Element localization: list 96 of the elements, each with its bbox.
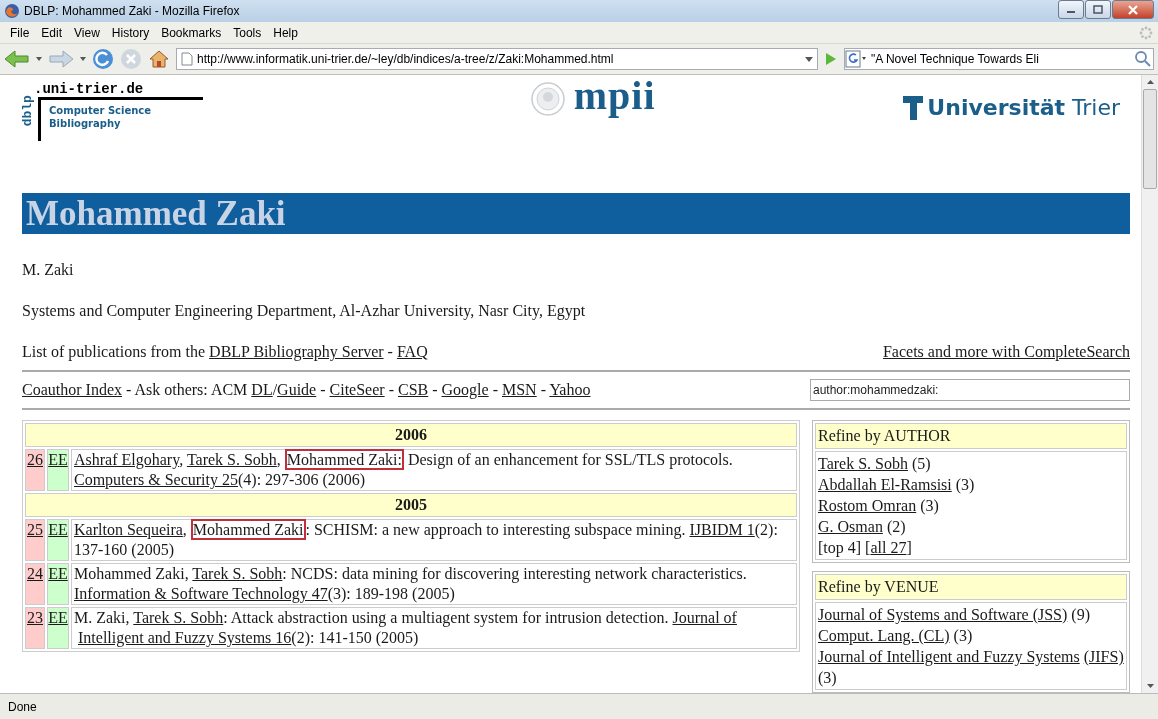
menu-item[interactable]: Bookmarks <box>155 23 228 42</box>
university-logo[interactable]: Universität Trier <box>903 81 1130 124</box>
close-button[interactable] <box>1112 0 1154 19</box>
reload-icon[interactable] <box>92 48 114 70</box>
address-bar[interactable]: http://www.informatik.uni-trier.de/~ley/db/indices/a-tree/z/Zaki:Mohammed.html <box>176 48 818 70</box>
year-header: 2006 <box>25 423 797 447</box>
link[interactable]: Tarek S. Sobh <box>133 609 224 626</box>
refine-item: Tarek S. Sobh (5) <box>818 455 931 472</box>
dropdown-arrow-icon[interactable] <box>36 57 42 61</box>
scrollbar[interactable] <box>1141 75 1158 693</box>
link[interactable]: all 27 <box>870 539 907 556</box>
menu-item[interactable]: File <box>4 23 36 42</box>
electronic-edition-link[interactable]: EE <box>47 563 69 605</box>
close-icon <box>1127 4 1139 15</box>
link[interactable]: Coauthor Index <box>22 381 122 398</box>
link[interactable]: Journal of Intelligent and Fuzzy Systems <box>818 648 1080 665</box>
scroll-thumb[interactable] <box>1143 89 1157 189</box>
link[interactable]: Tarek S. Sobh <box>818 455 908 472</box>
refine-item: G. Osman (2) <box>818 518 906 535</box>
refine-panel-title: Refine by AUTHOR <box>815 423 1127 449</box>
search-text: "A Novel Technique Towards Eli <box>871 51 1040 68</box>
link[interactable]: Information & Software Technology 47 <box>74 585 328 602</box>
maximize-button[interactable] <box>1085 0 1111 19</box>
dblp-logo[interactable]: dblp .uni-trier.de Computer Science Bibliography <box>22 81 322 141</box>
refine-item: Rostom Omran (3) <box>818 497 939 514</box>
link[interactable]: CSB <box>397 381 429 398</box>
browser-logo-icon <box>4 3 20 19</box>
link[interactable]: DBLP Bibliography Server <box>209 343 384 360</box>
link[interactable]: Guide <box>277 381 317 398</box>
publications-source-text: List of publications from the DBLP Bibliography Server - FAQ <box>22 342 428 363</box>
link[interactable]: Ashraf Elgohary <box>74 451 180 468</box>
link[interactable]: Karlton Sequeira <box>74 521 183 538</box>
link[interactable]: MSN <box>502 381 537 398</box>
maximize-icon <box>1093 5 1103 14</box>
refine-item: [top 4] [all 27] <box>818 539 912 556</box>
refine-item: Comput. Lang. (CL) (3) <box>818 627 973 644</box>
link[interactable]: IJBIDM 1 <box>689 521 755 538</box>
dropdown-arrow-icon[interactable] <box>805 56 813 62</box>
menu-item[interactable]: View <box>68 23 106 42</box>
year-header: 2005 <box>25 493 797 517</box>
author-highlight: Mohammed Zaki: <box>284 449 404 470</box>
refine-item: Abdallah El-Ramsisi (3) <box>818 476 975 493</box>
url-text: http://www.informatik.uni-trier.de/~ley/db/indices/a-tree/z/Zaki:Mohammed.html <box>197 51 615 68</box>
electronic-edition-link[interactable]: EE <box>47 607 69 649</box>
menu-item[interactable]: Tools <box>227 23 268 42</box>
search-field[interactable]: "A Novel Technique Towards Eli <box>844 48 1154 70</box>
search-icon[interactable] <box>1133 49 1153 69</box>
back-arrow-icon[interactable] <box>4 49 30 69</box>
electronic-edition-link[interactable]: EE <box>47 449 69 491</box>
window-title: DBLP: Mohammed Zaki - Mozilla Firefox <box>24 3 241 20</box>
minimize-button[interactable] <box>1058 0 1084 19</box>
query-field[interactable]: author:mohammedzaki: <box>810 379 1130 401</box>
home-icon[interactable] <box>148 48 170 70</box>
entry-number-link[interactable]: 25 <box>25 519 45 561</box>
menu-item[interactable]: History <box>105 23 156 42</box>
refine-panel-title: Refine by VENUE <box>815 574 1127 600</box>
publication-entry: M. Zaki, Tarek S. Sobh: Attack abstraction using a multiagent system for intrusion detection. Journal of Intelligent and Fuzzy Systems 16(2): 141-150 (2005) <box>74 609 737 646</box>
page-heading: Mohammed Zaki <box>22 193 1130 234</box>
link[interactable]: CiteSeer <box>329 381 385 398</box>
author-alias: M. Zaki <box>22 260 75 280</box>
menu-item[interactable]: Help <box>267 23 304 42</box>
link[interactable]: Rostom Omran <box>818 497 917 514</box>
external-links-text: Coauthor Index - Ask others: ACM DL/Guide - CiteSeer - CSB - Google - MSN - Yahoo <box>22 380 591 401</box>
throbber-icon <box>1138 24 1154 41</box>
refine-item: Journal of Intelligent and Fuzzy Systems (JIFS) (3) <box>818 648 1124 686</box>
link[interactable]: FAQ <box>396 343 428 360</box>
page-icon <box>181 52 193 66</box>
affiliation-text: Systems and Computer Engineering Department, Al-Azhar University, Nasr City, Egypt <box>22 301 587 322</box>
publication-entry: Ashraf Elgohary, Tarek S. Sobh, Mohammed Zaki: Design of an enhancement for SSL/TLS protocols. Computers & Security 25(4): 297-306 (2006) <box>74 449 733 488</box>
link[interactable]: Abdallah El-Ramsisi <box>818 476 952 493</box>
author-highlight: Mohammed Zaki <box>190 519 306 540</box>
link[interactable]: Google <box>441 381 489 398</box>
entry-number-link[interactable]: 26 <box>25 449 45 491</box>
link[interactable]: Tarek S. Sobh <box>186 451 277 468</box>
link[interactable]: G. Osman <box>818 518 883 535</box>
link[interactable]: Intelligent and Fuzzy Systems 16 <box>78 629 292 646</box>
search-engine-icon[interactable] <box>845 50 867 68</box>
publication-entry: Karlton Sequeira, Mohammed Zaki: SCHISM: a new approach to interesting subspace mining. IJBIDM 1(2): 137-160 (2005) <box>74 519 778 558</box>
facets-link[interactable]: Facets and more with CompleteSearch <box>882 340 1130 364</box>
electronic-edition-link[interactable]: EE <box>47 519 69 561</box>
link[interactable]: Yahoo <box>549 381 591 398</box>
publication-entry: Mohammed Zaki, Tarek S. Sobh: NCDS: data mining for discovering interesting network characteristics. Information & Software Technology 47(3): 189-198 (2005) <box>74 565 747 602</box>
menu-item[interactable]: Edit <box>35 23 69 42</box>
refine-item: Journal of Systems and Software (JSS) (9) <box>818 606 1090 623</box>
entry-number-link[interactable]: 24 <box>25 563 45 605</box>
mpii-logo[interactable]: mpii <box>529 81 656 117</box>
link[interactable]: (JIFS) <box>1083 648 1124 665</box>
entry-number-link[interactable]: 23 <box>25 607 45 649</box>
link[interactable]: DL <box>251 381 273 398</box>
link[interactable]: Computers & Security 25 <box>74 471 238 488</box>
link[interactable]: Comput. Lang. (CL) <box>818 627 950 644</box>
link[interactable]: Journal of <box>672 609 737 626</box>
link[interactable]: Journal of Systems and Software (JSS) <box>818 606 1068 623</box>
link[interactable]: Tarek S. Sobh <box>192 565 283 582</box>
status-text: Done <box>8 698 37 716</box>
dropdown-arrow-icon[interactable] <box>80 57 86 61</box>
